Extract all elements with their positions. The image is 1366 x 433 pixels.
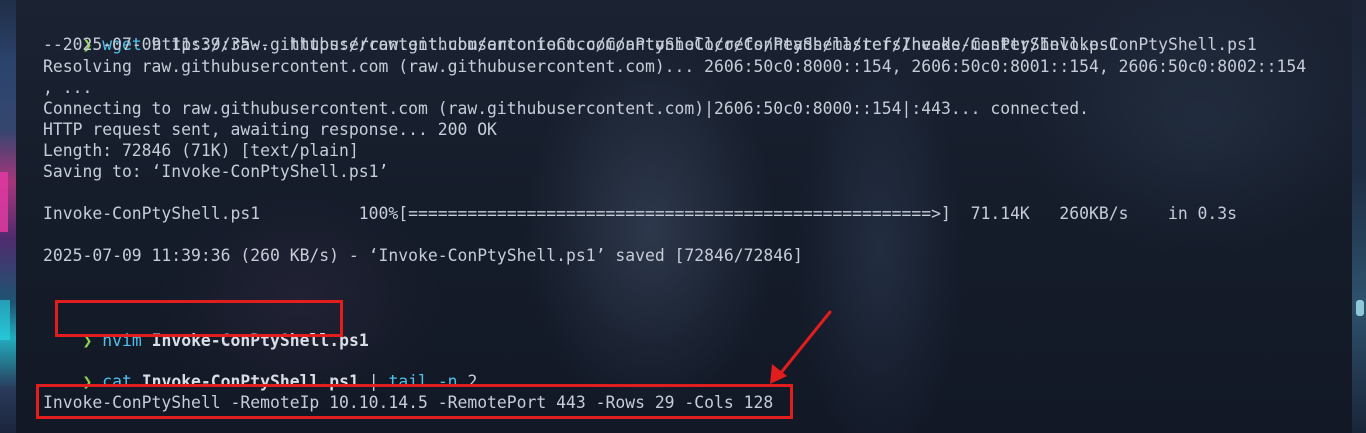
output-line: , ... — [43, 78, 93, 97]
output-line: Saving to: ‘Invoke-ConPtyShell.ps1’ — [43, 162, 389, 181]
output-line: Length: 72846 (71K) [text/plain] — [43, 141, 359, 160]
download-saved-line: 2025-07-09 11:39:36 (260 KB/s) - ‘Invoke… — [43, 246, 803, 265]
highlight-box-nvim — [55, 300, 343, 337]
cat-command-line: ❯ cat Invoke-ConPtyShell.ps1 | tail -n 2 — [43, 350, 477, 391]
wget-command-line: ❯ wget https://raw.githubusercontent.com… — [43, 13, 1118, 54]
output-line: HTTP request sent, awaiting response... … — [43, 120, 497, 139]
highlight-box-result — [36, 384, 793, 419]
output-line: Connecting to raw.githubusercontent.com … — [43, 99, 1090, 118]
output-line: --2025-07-09 11:39:35-- https://raw.gith… — [43, 35, 1257, 54]
terminal-window[interactable]: ❯ wget https://raw.githubusercontent.com… — [0, 0, 1366, 433]
output-line: Resolving raw.githubusercontent.com (raw… — [43, 57, 1307, 76]
download-progress-line: Invoke-ConPtyShell.ps1 100%[============… — [43, 204, 1238, 223]
